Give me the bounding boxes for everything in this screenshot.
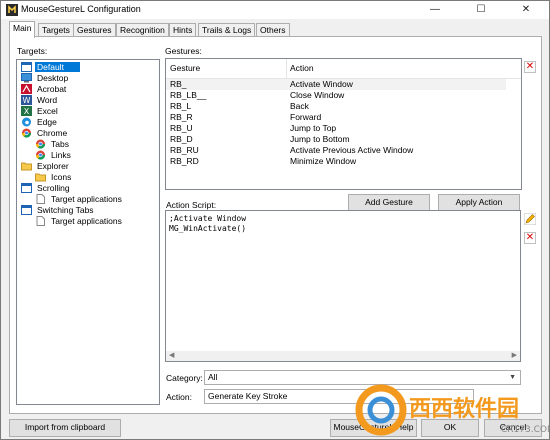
tree-item-scrolling-targets[interactable]: Target applications <box>35 194 124 205</box>
tree-item-excel[interactable]: X Excel <box>21 106 60 117</box>
tree-item-edge[interactable]: Edge <box>21 117 59 128</box>
column-separator[interactable] <box>286 59 287 79</box>
gestures-header: Gesture Action <box>166 59 521 79</box>
watermark-text: 西西软件园 <box>409 396 519 422</box>
targets-tree[interactable]: Default Desktop Acrobat W Word X Excel Edg… <box>16 59 160 405</box>
chrome-icon <box>21 128 32 138</box>
watermark-logo: 西西软件园 CR173.COM <box>355 384 550 436</box>
category-dropdown[interactable]: All ▼ <box>204 370 521 385</box>
action-label: Action: <box>166 392 192 402</box>
tab-gestures[interactable]: Gestures <box>73 23 116 37</box>
tab-targets[interactable]: Targets <box>38 23 74 37</box>
window-icon <box>21 62 32 72</box>
app-icon <box>6 4 18 16</box>
tree-item-word[interactable]: W Word <box>21 95 59 106</box>
title-bar: MouseGestureL Configuration — ☐ ✕ <box>1 1 549 19</box>
tree-item-explorer-icons[interactable]: Icons <box>35 172 73 183</box>
action-value: Generate Key Stroke <box>208 391 288 401</box>
chrome-icon <box>35 150 46 160</box>
action-script-label: Action Script: <box>166 200 217 210</box>
action-script-text[interactable]: ;Activate Window MG_WinActivate() <box>169 214 246 234</box>
folder-icon <box>35 173 46 182</box>
gesture-row[interactable]: RB_D Jump to Bottom <box>166 134 506 145</box>
tab-hints[interactable]: Hints <box>169 23 197 37</box>
main-window: MouseGestureL Configuration — ☐ ✕ Main T… <box>0 0 550 440</box>
folder-icon <box>21 162 32 171</box>
svg-text:W: W <box>23 96 31 105</box>
gesture-row[interactable]: RB_U Jump to Top <box>166 123 506 134</box>
tree-item-scrolling[interactable]: Scrolling <box>21 183 72 194</box>
delete-script-icon[interactable]: ✕ <box>524 232 536 244</box>
minimize-button[interactable]: — <box>413 1 457 19</box>
gesture-row[interactable]: RB_R Forward <box>166 112 506 123</box>
window-title: MouseGestureL Configuration <box>21 4 141 14</box>
gestures-label: Gestures: <box>165 46 202 56</box>
edge-icon <box>22 117 31 127</box>
import-clipboard-button[interactable]: Import from clipboard <box>9 419 121 437</box>
window-icon <box>21 183 32 193</box>
tree-item-acrobat[interactable]: Acrobat <box>21 84 68 95</box>
tree-item-default[interactable]: Default <box>21 62 80 73</box>
targets-label: Targets: <box>17 46 48 56</box>
column-action[interactable]: Action <box>290 63 314 73</box>
gesture-row[interactable]: RB_LB__ Close Window <box>166 90 506 101</box>
document-icon <box>36 216 45 226</box>
gesture-row[interactable]: RB_ Activate Window <box>166 79 506 90</box>
horizontal-scrollbar[interactable]: ◀ ▶ <box>166 351 520 361</box>
tab-recognition[interactable]: Recognition <box>116 23 169 37</box>
action-script-editor[interactable]: ;Activate Window MG_WinActivate() ◀ ▶ <box>165 210 521 362</box>
category-label: Category: <box>166 373 203 383</box>
tree-item-explorer[interactable]: Explorer <box>21 161 71 172</box>
chevron-down-icon: ▼ <box>509 374 516 381</box>
tree-item-chrome[interactable]: Chrome <box>21 128 69 139</box>
gesture-row[interactable]: RB_RD Minimize Window <box>166 156 506 167</box>
document-icon <box>36 194 45 204</box>
watermark-sub: CR173.COM <box>501 425 550 435</box>
scroll-left-icon[interactable]: ◀ <box>169 351 174 359</box>
acrobat-icon <box>21 84 32 94</box>
desktop-icon <box>21 73 32 83</box>
gesture-row[interactable]: RB_L Back <box>166 101 506 112</box>
excel-icon: X <box>21 106 32 116</box>
chrome-icon <box>35 139 46 149</box>
column-gesture[interactable]: Gesture <box>170 63 200 73</box>
scroll-right-icon[interactable]: ▶ <box>512 351 517 359</box>
edit-pencil-icon[interactable] <box>524 213 536 225</box>
svg-text:X: X <box>24 107 30 116</box>
gestures-list[interactable]: Gesture Action RB_ Activate Window RB_LB_… <box>165 58 522 190</box>
delete-gesture-icon[interactable]: ✕ <box>524 61 536 73</box>
tree-item-switching-tabs[interactable]: Switching Tabs <box>21 205 96 216</box>
word-icon: W <box>21 95 32 105</box>
window-icon <box>21 205 32 215</box>
apply-action-button[interactable]: Apply Action <box>438 194 520 211</box>
tab-main[interactable]: Main <box>9 21 36 38</box>
tree-item-chrome-links[interactable]: Links <box>35 150 73 161</box>
maximize-button[interactable]: ☐ <box>459 1 503 19</box>
tree-item-switching-targets[interactable]: Target applications <box>35 216 124 227</box>
close-button[interactable]: ✕ <box>504 1 548 19</box>
tab-others[interactable]: Others <box>256 23 290 37</box>
gesture-row[interactable]: RB_RU Activate Previous Active Window <box>166 145 506 156</box>
tab-trails-logs[interactable]: Trails & Logs <box>198 23 256 37</box>
tree-item-chrome-tabs[interactable]: Tabs <box>35 139 71 150</box>
add-gesture-button[interactable]: Add Gesture <box>348 194 430 211</box>
tree-item-desktop[interactable]: Desktop <box>21 73 70 84</box>
category-value: All <box>208 372 218 382</box>
